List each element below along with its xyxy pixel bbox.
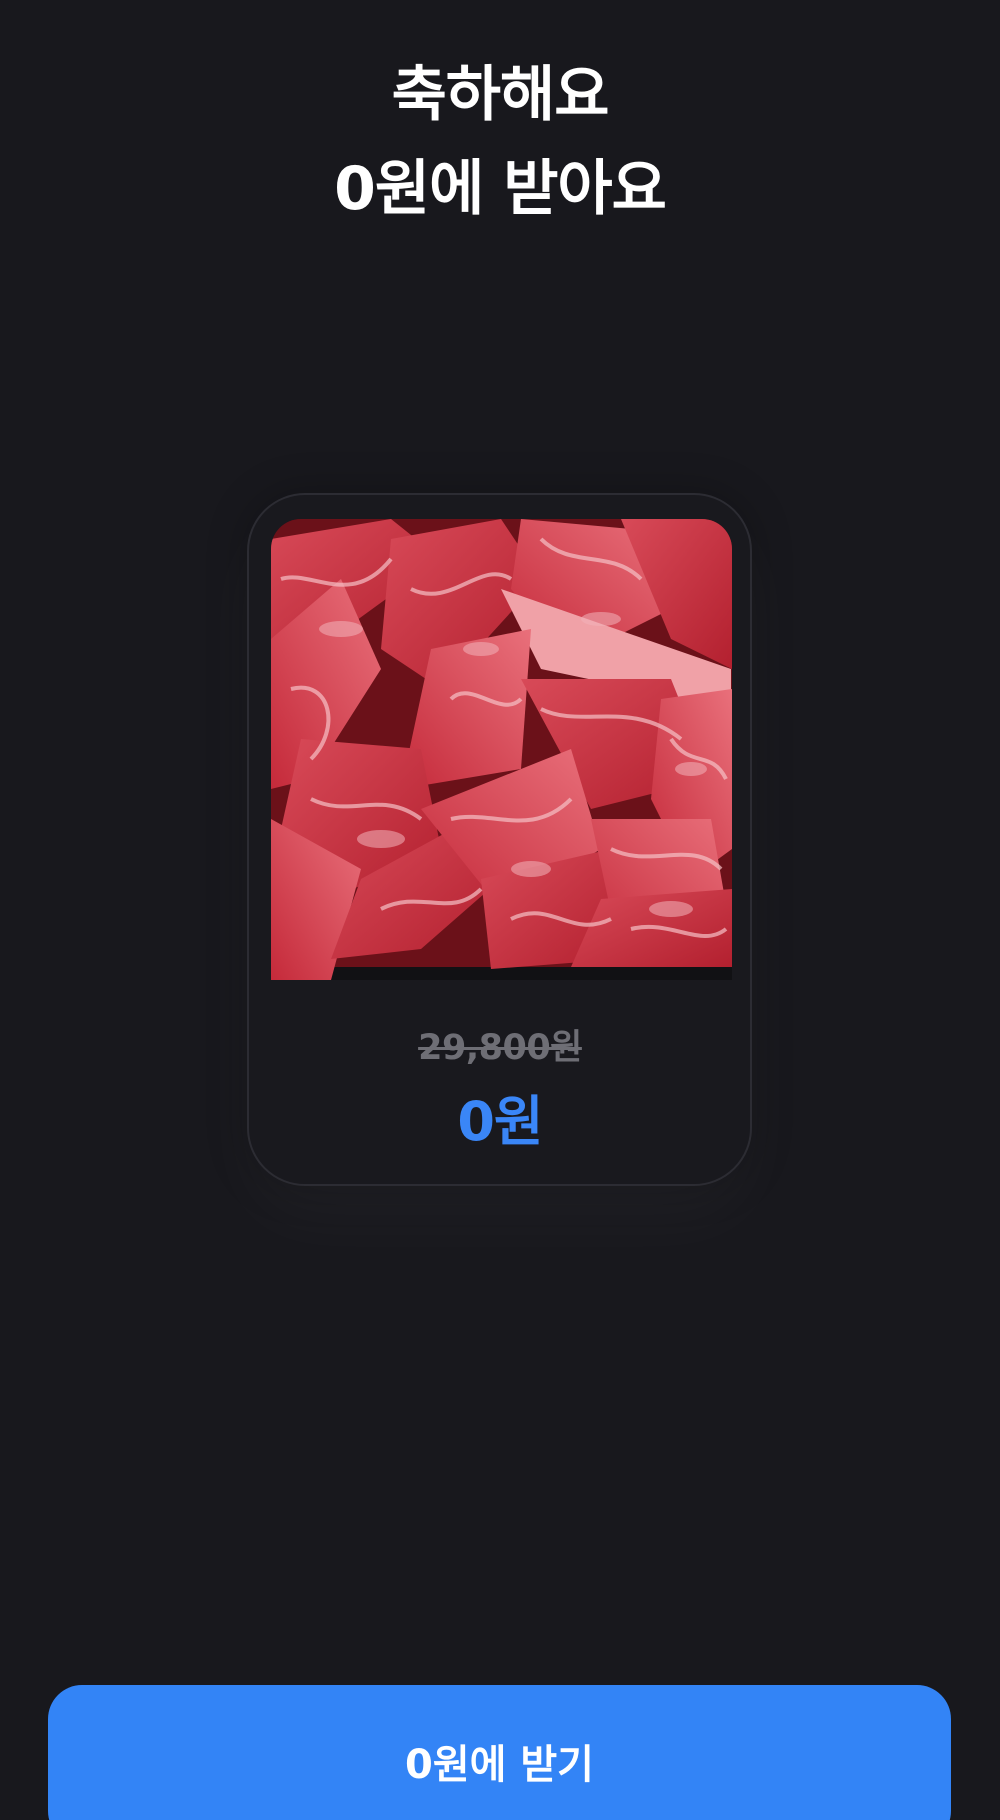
- headline: 축하해요 0원에 받아요: [0, 48, 1000, 236]
- headline-line-2: 0원에 받아요: [334, 154, 667, 224]
- headline-line-1: 축하해요: [391, 60, 610, 130]
- product-image: [271, 519, 732, 980]
- claim-button[interactable]: 0원에 받기: [48, 1685, 951, 1820]
- original-price: 29,800원: [418, 1028, 582, 1068]
- beef-photo-icon: [271, 519, 732, 980]
- reward-screen: 축하해요 0원에 받아요 29,800원 0원 0원에 받기: [0, 0, 1000, 1820]
- sale-price: 0원: [457, 1090, 543, 1153]
